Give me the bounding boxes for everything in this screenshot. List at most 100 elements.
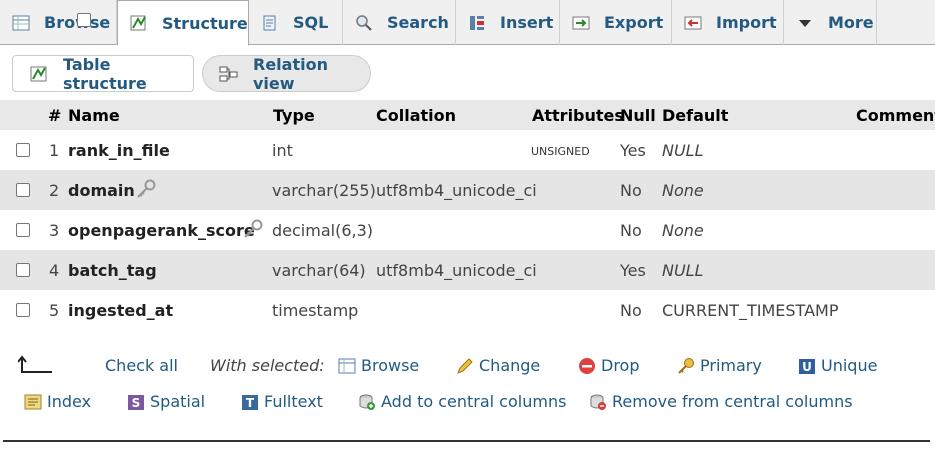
subtab-label: Table structure — [63, 54, 147, 93]
row-collation: utf8mb4_unicode_ci — [376, 181, 537, 200]
svg-text:T: T — [246, 396, 255, 410]
bulk-index-label: Index — [47, 392, 92, 411]
check-all-checkbox[interactable] — [77, 13, 91, 27]
bulk-remove-central-label: Remove from central columns — [612, 392, 853, 411]
row-num: 1 — [49, 141, 60, 160]
bulk-index-button[interactable]: Index — [24, 392, 91, 411]
add-central-icon — [358, 393, 376, 411]
tab-label: Export — [604, 13, 664, 32]
row-num: 2 — [49, 181, 60, 200]
col-null: Null — [620, 106, 656, 125]
col-default: Default — [662, 106, 729, 125]
tab-label: Import — [716, 13, 777, 32]
tab-sql[interactable]: SQL — [249, 0, 343, 45]
tab-label: Search — [387, 13, 449, 32]
row-collation: utf8mb4_unicode_ci — [376, 261, 537, 280]
row-checkbox[interactable] — [16, 183, 30, 197]
row-type: decimal(6,3) — [272, 221, 374, 240]
bulk-drop-button[interactable]: Drop — [578, 356, 640, 375]
subtab-label: Relation view — [253, 54, 328, 93]
row-null: No — [620, 301, 642, 320]
col-num: # — [48, 106, 62, 125]
table-structure-icon — [29, 65, 49, 83]
row-name: batch_tag — [68, 261, 157, 280]
bulk-unique-label: Unique — [821, 356, 878, 375]
pencil-icon — [456, 357, 474, 375]
divider — [3, 440, 930, 442]
col-comments: Comments — [856, 106, 935, 125]
row-num: 4 — [49, 261, 60, 280]
structure-table: # Name Type Collation Attributes Null De… — [0, 100, 935, 330]
tab-browse[interactable]: Browse — [0, 0, 117, 45]
subtab-relation-view[interactable]: Relation view — [202, 54, 371, 93]
export-icon — [572, 14, 590, 32]
row-default: NULL — [662, 261, 704, 280]
tab-label: SQL — [293, 13, 329, 32]
browse-icon — [12, 14, 30, 32]
row-checkbox[interactable] — [16, 263, 30, 277]
spatial-icon: S — [127, 393, 145, 411]
check-all-arrow-icon — [18, 355, 54, 375]
bulk-fulltext-label: Fulltext — [264, 392, 323, 411]
bulk-unique-button[interactable]: U Unique — [798, 356, 877, 375]
subtab-table-structure[interactable]: Table structure — [12, 54, 194, 93]
check-all-link[interactable]: Check all — [105, 356, 178, 375]
insert-icon — [468, 14, 486, 32]
import-icon — [684, 14, 702, 32]
row-type: int — [272, 141, 293, 160]
bulk-browse-button[interactable]: Browse — [338, 356, 419, 375]
row-null: No — [620, 181, 642, 200]
tab-more[interactable]: More — [784, 0, 877, 45]
tab-export[interactable]: Export — [560, 0, 672, 45]
search-icon — [355, 14, 373, 32]
index-key-icon[interactable] — [242, 219, 264, 239]
table-row: 1 rank_in_file int UNSIGNED Yes NULL — [0, 130, 935, 170]
fulltext-icon: T — [241, 393, 259, 411]
bulk-fulltext-button[interactable]: T Fulltext — [241, 392, 323, 411]
svg-text:U: U — [802, 360, 812, 374]
row-name: openpagerank_score — [68, 221, 255, 240]
col-attributes: Attributes — [532, 106, 624, 125]
svg-text:S: S — [132, 396, 141, 410]
bulk-spatial-button[interactable]: S Spatial — [127, 392, 205, 411]
row-checkbox[interactable] — [16, 143, 30, 157]
row-checkbox[interactable] — [16, 303, 30, 317]
drop-icon — [578, 357, 596, 375]
table-row: 3 openpagerank_score decimal(6,3) No Non… — [0, 210, 935, 250]
bulk-spatial-label: Spatial — [150, 392, 206, 411]
tab-insert[interactable]: Insert — [456, 0, 560, 45]
index-key-icon[interactable] — [135, 179, 157, 199]
bulk-change-button[interactable]: Change — [456, 356, 540, 375]
tab-import[interactable]: Import — [672, 0, 784, 45]
bulk-browse-label: Browse — [361, 356, 420, 375]
tab-label: Structure — [162, 13, 248, 33]
bulk-change-label: Change — [479, 356, 541, 375]
tab-label: More — [828, 13, 874, 32]
row-num: 5 — [49, 301, 60, 320]
remove-central-icon — [589, 393, 607, 411]
unique-icon: U — [798, 357, 816, 375]
row-default: NULL — [662, 141, 704, 160]
row-name: rank_in_file — [68, 141, 170, 160]
bulk-remove-central-button[interactable]: Remove from central columns — [589, 392, 853, 411]
index-icon — [24, 393, 42, 411]
bulk-primary-label: Primary — [700, 356, 762, 375]
table-row: 5 ingested_at timestamp No CURRENT_TIMES… — [0, 290, 935, 330]
row-checkbox[interactable] — [16, 223, 30, 237]
bulk-add-central-button[interactable]: Add to central columns — [358, 392, 566, 411]
table-row: 4 batch_tag varchar(64) utf8mb4_unicode_… — [0, 250, 935, 290]
bulk-primary-button[interactable]: Primary — [677, 356, 762, 375]
row-default: CURRENT_TIMESTAMP — [662, 301, 839, 320]
row-default: None — [662, 221, 704, 240]
table-row: 2 domain varchar(255) utf8mb4_unicode_ci… — [0, 170, 935, 210]
with-selected-label: With selected: — [210, 356, 325, 375]
tab-search[interactable]: Search — [343, 0, 456, 45]
row-null: Yes — [620, 261, 646, 280]
row-name: domain — [68, 181, 135, 200]
col-collation: Collation — [376, 106, 457, 125]
tab-structure[interactable]: Structure — [117, 0, 249, 46]
col-name[interactable]: Name — [68, 106, 120, 125]
col-type: Type — [273, 106, 315, 125]
row-null: Yes — [620, 141, 646, 160]
chevron-down-icon — [796, 14, 814, 32]
